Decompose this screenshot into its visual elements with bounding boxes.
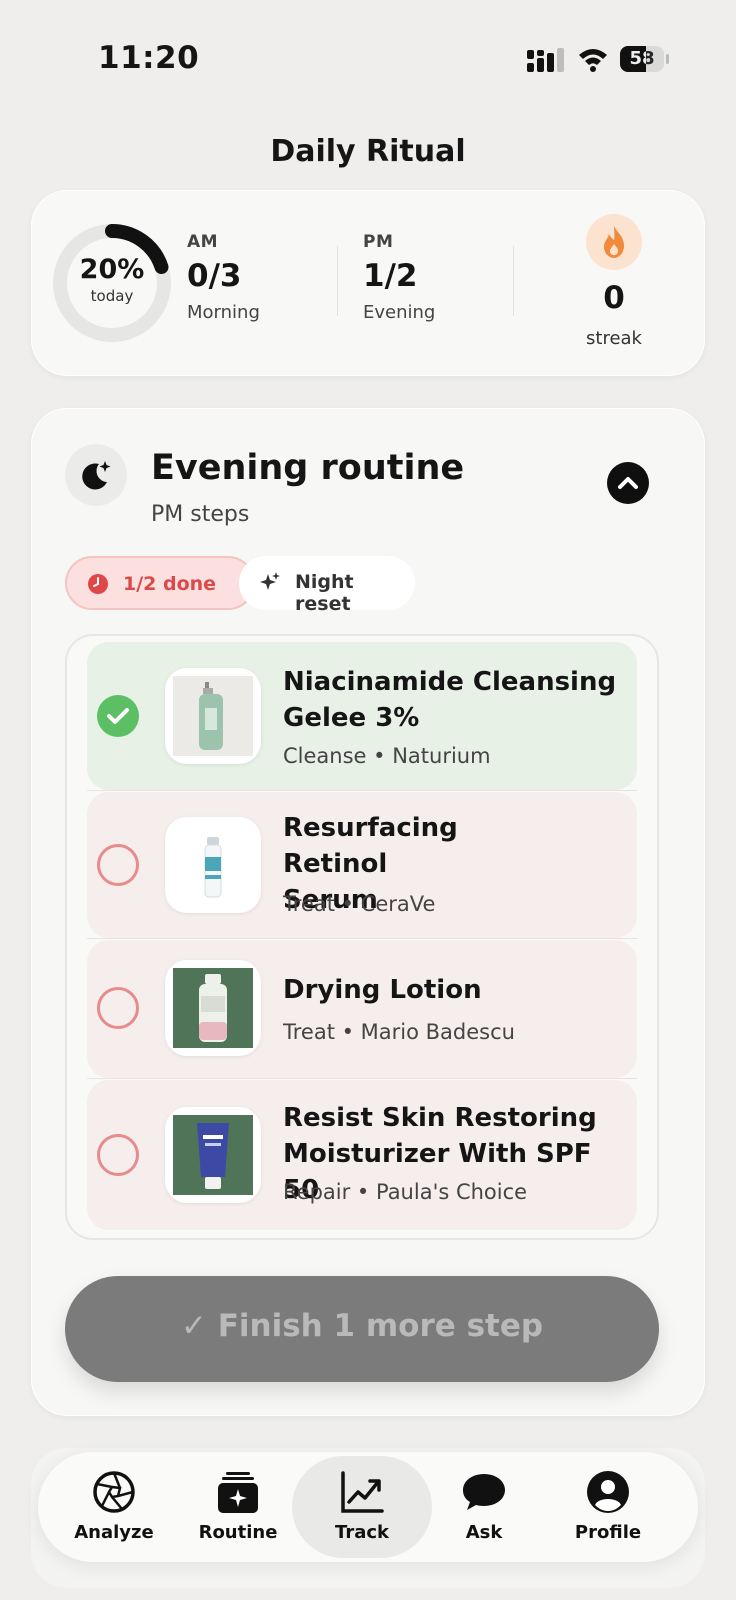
am-label: Morning bbox=[187, 302, 260, 323]
progress-label: today bbox=[90, 287, 134, 305]
list-item[interactable]: Resist Skin Restoring Moisturizer With S… bbox=[87, 1080, 637, 1230]
tab-track[interactable]: Track bbox=[292, 1452, 432, 1562]
pm-stat: PM 1/2 Evening bbox=[363, 232, 435, 323]
trend-chart-icon bbox=[341, 1471, 384, 1513]
list-item[interactable]: Niacinamide Cleansing Gelee 3% Cleanse •… bbox=[87, 642, 637, 790]
product-name: Drying Lotion bbox=[283, 975, 482, 1005]
am-key: AM bbox=[187, 232, 219, 252]
evening-routine-card: Evening routine PM steps 1/2 done Night … bbox=[31, 408, 705, 1416]
flame-icon bbox=[604, 226, 624, 258]
cellular-signal-icon bbox=[527, 48, 564, 72]
step-checkbox[interactable] bbox=[97, 695, 139, 737]
tab-label: Routine bbox=[198, 1522, 278, 1543]
tab-label: Ask bbox=[465, 1522, 503, 1543]
list-item[interactable]: Drying Lotion Treat • Mario Badescu bbox=[87, 940, 637, 1078]
step-checkbox[interactable] bbox=[97, 987, 139, 1029]
progress-chip-label: 1/2 done bbox=[123, 573, 217, 595]
night-reset-chip[interactable]: Night reset bbox=[239, 556, 415, 615]
divider bbox=[337, 246, 338, 316]
chevron-up-icon bbox=[618, 477, 638, 489]
product-meta: Cleanse • Naturium bbox=[283, 744, 491, 768]
chat-bubble-icon bbox=[463, 1474, 505, 1510]
tab-label: Profile bbox=[574, 1522, 642, 1543]
clock-icon bbox=[88, 574, 108, 594]
tab-label: Analyze bbox=[74, 1522, 154, 1543]
checkmark-icon: ✓ bbox=[180, 1308, 218, 1344]
pm-value: 1/2 bbox=[363, 258, 418, 294]
status-bar: 11:20 58 bbox=[0, 0, 736, 110]
finish-step-button[interactable]: ✓ Finish 1 more step bbox=[65, 1276, 659, 1382]
step-checkbox[interactable] bbox=[97, 1134, 139, 1176]
am-stat: AM 0/3 Morning bbox=[187, 232, 260, 323]
collapse-button[interactable] bbox=[607, 462, 649, 504]
tab-profile[interactable]: Profile bbox=[546, 1452, 670, 1562]
streak-badge bbox=[586, 214, 642, 270]
streak-value: 0 bbox=[603, 280, 625, 316]
product-meta: Treat • Mario Badescu bbox=[283, 1020, 515, 1044]
tab-analyze[interactable]: Analyze bbox=[52, 1452, 176, 1562]
am-value: 0/3 bbox=[187, 258, 242, 294]
profile-icon bbox=[587, 1471, 629, 1513]
routine-steps-list: Niacinamide Cleansing Gelee 3% Cleanse •… bbox=[65, 634, 659, 1240]
moon-icon bbox=[65, 444, 127, 506]
product-name: Niacinamide Cleansing Gelee 3% bbox=[283, 667, 617, 733]
product-thumbnail bbox=[165, 817, 261, 913]
progress-chip: 1/2 done bbox=[65, 556, 255, 610]
pm-label: Evening bbox=[363, 302, 436, 323]
progress-summary-card: 20% today AM 0/3 Morning PM 1/2 Evening … bbox=[31, 190, 705, 376]
status-time: 11:20 bbox=[98, 40, 200, 76]
sparkle-icon bbox=[260, 572, 280, 590]
routine-stack-icon bbox=[218, 1472, 258, 1513]
bottom-tab-bar: Analyze Routine Track Ask Profile bbox=[38, 1452, 698, 1562]
page-title: Daily Ritual bbox=[270, 134, 466, 169]
tab-routine[interactable]: Routine bbox=[176, 1452, 300, 1562]
checkmark-icon bbox=[107, 708, 129, 724]
product-thumbnail bbox=[165, 668, 261, 764]
divider bbox=[513, 246, 514, 316]
pm-key: PM bbox=[363, 232, 394, 252]
routine-title: Evening routine bbox=[151, 448, 465, 488]
battery-indicator: 58 bbox=[620, 46, 669, 72]
product-thumbnail bbox=[165, 1107, 261, 1203]
wifi-icon bbox=[579, 49, 607, 72]
step-checkbox[interactable] bbox=[97, 844, 139, 886]
night-reset-label: Night reset bbox=[295, 571, 354, 615]
progress-percent: 20% bbox=[79, 254, 145, 285]
product-meta: Repair • Paula's Choice bbox=[283, 1180, 528, 1204]
routine-subtitle: PM steps bbox=[151, 502, 250, 527]
product-meta: Treat • CeraVe bbox=[283, 892, 436, 916]
tab-label: Track bbox=[335, 1522, 389, 1543]
streak-label: streak bbox=[586, 328, 642, 349]
list-item[interactable]: Resurfacing Retinol Serum Treat • CeraVe bbox=[87, 792, 637, 938]
product-thumbnail bbox=[165, 960, 261, 1056]
finish-button-label: Finish 1 more step bbox=[217, 1308, 544, 1344]
battery-level-text: 58 bbox=[629, 48, 655, 69]
aperture-icon bbox=[93, 1471, 135, 1513]
tab-ask[interactable]: Ask bbox=[422, 1452, 546, 1562]
